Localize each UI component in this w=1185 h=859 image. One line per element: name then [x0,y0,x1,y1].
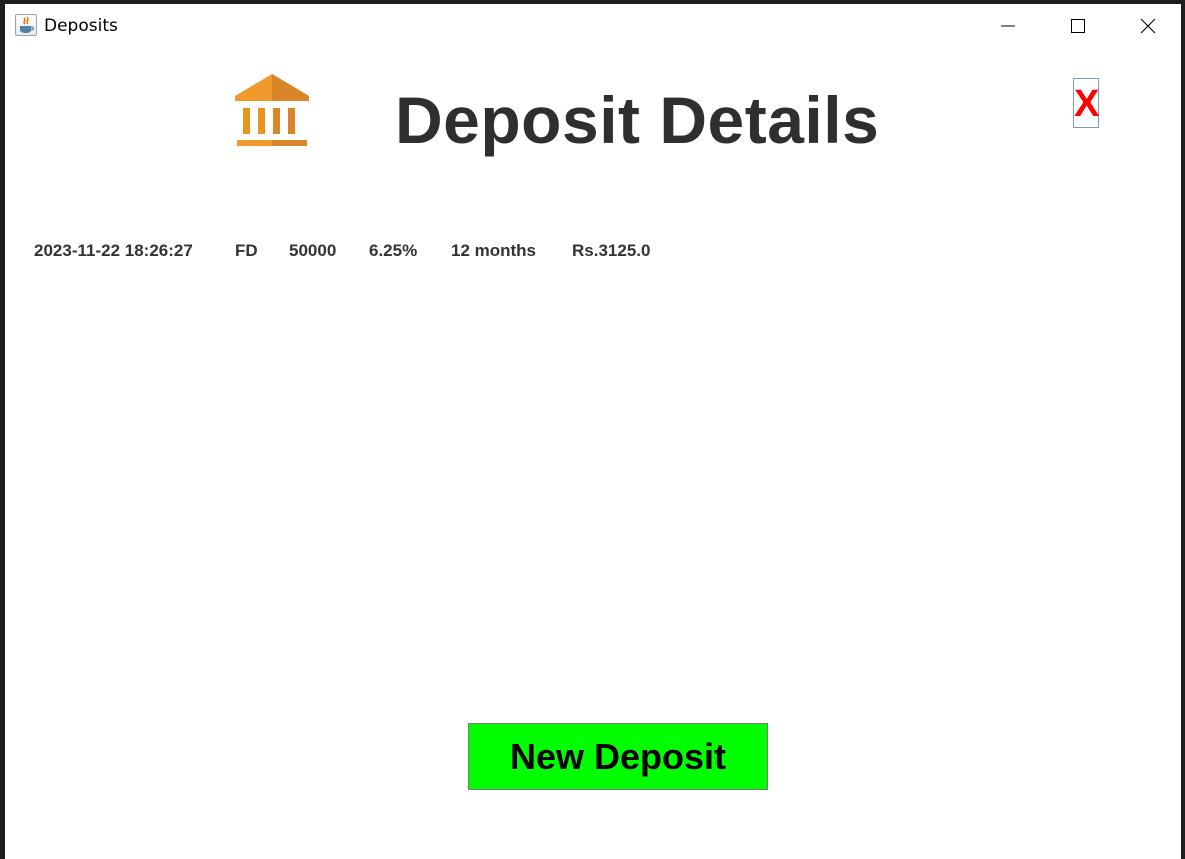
page-title: Deposit Details [395,83,880,157]
deposit-amount: 50000 [289,241,337,260]
deposits-window: Deposits Deposit Details X 2023-11-22 18… [5,4,1181,859]
deposit-term: 12 months [451,241,537,260]
close-window-button[interactable] [1113,4,1183,48]
new-deposit-button[interactable]: New Deposit [468,723,768,790]
deposit-type: FD [235,241,258,260]
deposit-datetime: 2023-11-22 18:26:27 [34,241,193,260]
maximize-icon [1071,19,1085,33]
bank-icon [217,56,327,166]
java-app-icon [15,14,37,36]
minimize-icon [1001,25,1015,27]
deposit-interest: Rs.3125.0 [572,241,651,260]
maximize-button[interactable] [1043,4,1113,48]
window-title: Deposits [44,16,118,36]
title-bar[interactable]: Deposits [5,4,1181,48]
minimize-button[interactable] [973,4,1043,48]
close-button[interactable]: X [1073,78,1099,128]
deposit-rate: 6.25% [369,241,418,260]
close-icon [1140,18,1156,34]
